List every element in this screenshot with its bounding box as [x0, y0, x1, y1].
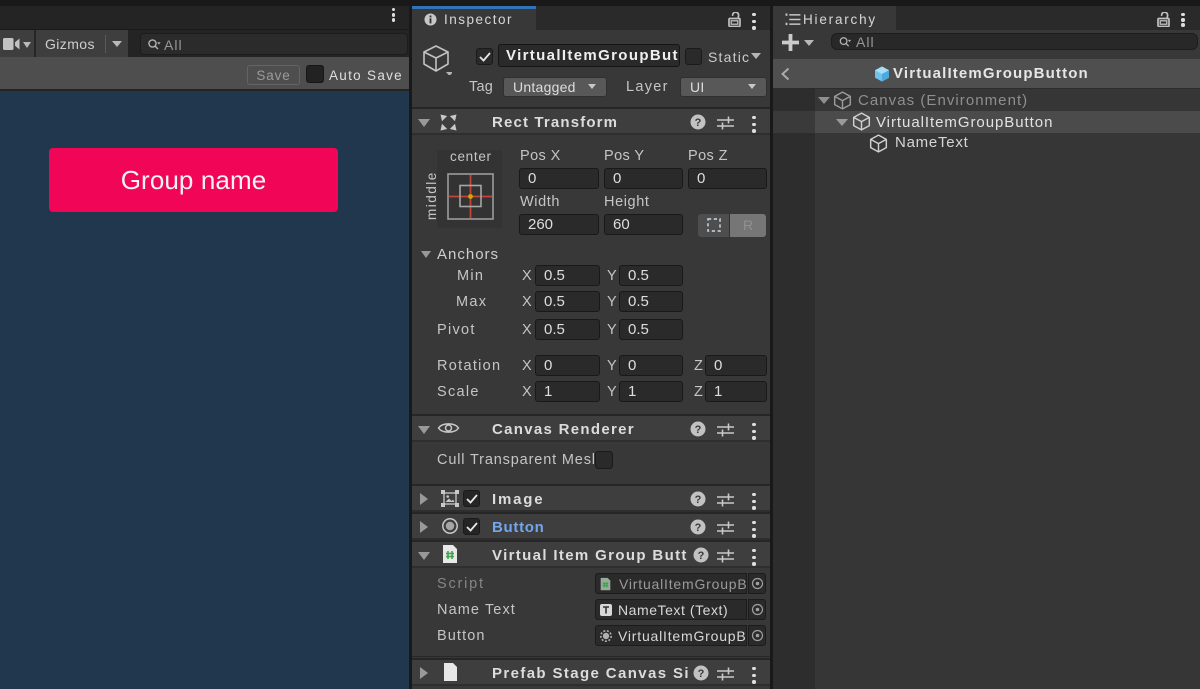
svg-text:?: ? — [695, 522, 702, 534]
svg-text:?: ? — [698, 668, 705, 680]
svg-text:?: ? — [695, 117, 702, 129]
svg-text:?: ? — [698, 550, 705, 562]
svg-text:?: ? — [695, 424, 702, 436]
svg-text:?: ? — [695, 494, 702, 506]
